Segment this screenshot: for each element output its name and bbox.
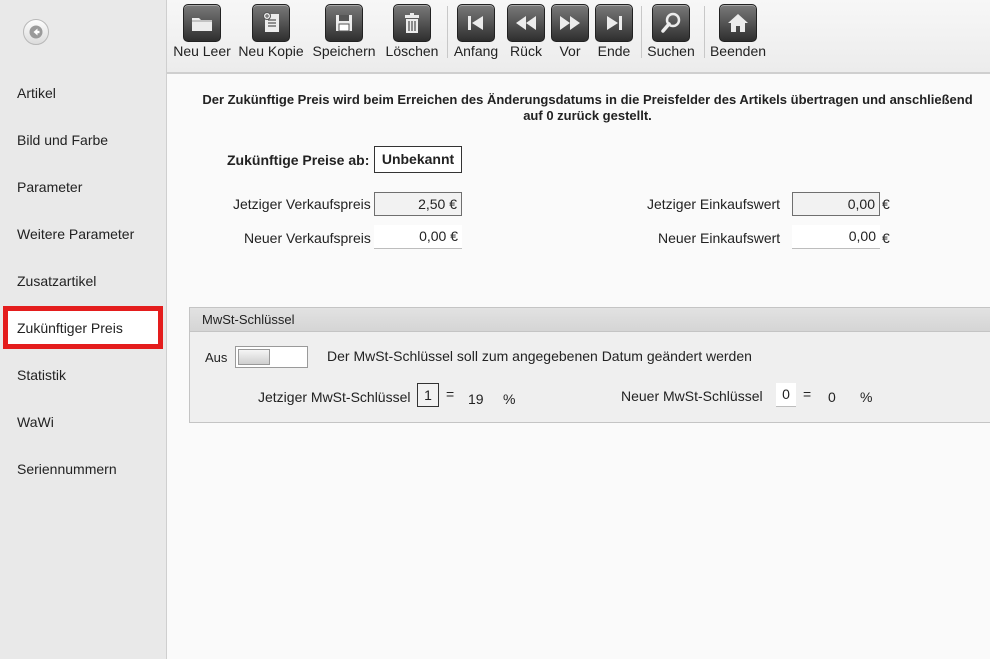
toolbar: Neu Leer Neu Kopie Speichern Löschen Anf… [167, 0, 990, 74]
home-icon [719, 4, 757, 42]
sidebar-item-artikel[interactable]: Artikel [0, 73, 167, 113]
current-mwst-rate: 19 [468, 391, 484, 407]
sidebar-item-label: Zusatzartikel [17, 273, 97, 289]
equals-sign: = [446, 386, 455, 402]
sidebar-item-zukuenftiger-preis[interactable]: Zukünftiger Preis [3, 306, 163, 349]
arrow-left-icon [29, 25, 43, 39]
mwst-description: Der MwSt-Schlüssel soll zum angegebenen … [327, 348, 752, 364]
save-label: Speichern [312, 43, 376, 59]
last-label: Ende [597, 43, 631, 59]
currency-symbol: € [882, 230, 890, 246]
new-mwst-label: Neuer MwSt-Schlüssel [621, 388, 763, 404]
sidebar-item-seriennummern[interactable]: Seriennummern [0, 449, 167, 489]
save-button[interactable]: Speichern [312, 0, 376, 70]
new-mwst-key-field[interactable]: 0 [776, 383, 796, 407]
first-label: Anfang [453, 43, 499, 59]
search-icon [652, 4, 690, 42]
new-empty-label: Neu Leer [173, 43, 231, 59]
toolbar-separator [447, 6, 448, 58]
equals-sign: = [803, 386, 812, 402]
forward-button[interactable]: Vor [550, 0, 590, 70]
last-button[interactable]: Ende [594, 0, 634, 70]
save-icon [325, 4, 363, 42]
current-purchase-field: 0,00 [792, 192, 880, 216]
search-button[interactable]: Suchen [646, 0, 696, 70]
sidebar-item-zusatzartikel[interactable]: Zusatzartikel [0, 261, 167, 301]
toolbar-separator [704, 6, 705, 58]
back-record-button[interactable]: Rück [506, 0, 546, 70]
forward-icon [551, 4, 589, 42]
toggle-knob [238, 349, 270, 365]
toolbar-separator [641, 6, 642, 58]
percent-sign: % [503, 391, 516, 407]
new-empty-button[interactable]: Neu Leer [173, 0, 231, 70]
percent-sign: % [860, 389, 873, 405]
future-date-button[interactable]: Unbekannt [374, 146, 462, 173]
forward-label: Vor [559, 43, 581, 59]
first-button[interactable]: Anfang [453, 0, 499, 70]
future-from-label: Zukünftige Preise ab: [227, 152, 370, 168]
first-icon [457, 4, 495, 42]
search-label: Suchen [647, 43, 695, 59]
sidebar-item-wawi[interactable]: WaWi [0, 402, 167, 442]
current-purchase-label: Jetziger Einkaufswert [647, 196, 781, 212]
current-mwst-key-field: 1 [417, 383, 439, 407]
back-button[interactable] [23, 19, 49, 45]
sidebar-item-label: Statistik [17, 367, 67, 383]
new-mwst-rate: 0 [828, 389, 836, 405]
mwst-group-title: MwSt-Schlüssel [190, 308, 990, 332]
delete-label: Löschen [385, 43, 439, 59]
new-sale-label: Neuer Verkaufspreis [244, 230, 371, 246]
sidebar-item-label: Artikel [17, 85, 56, 101]
copy-icon [252, 4, 290, 42]
back-record-label: Rück [510, 43, 542, 59]
new-sale-field[interactable]: 0,00 € [374, 225, 462, 249]
exit-label: Beenden [709, 43, 767, 59]
sidebar-item-label: WaWi [17, 414, 54, 430]
new-copy-label: Neu Kopie [238, 43, 304, 59]
rewind-icon [507, 4, 545, 42]
sidebar-item-label: Seriennummern [17, 461, 117, 477]
delete-button[interactable]: Löschen [385, 0, 439, 70]
sidebar-item-weitere-parameter[interactable]: Weitere Parameter [0, 214, 167, 254]
trash-icon [393, 4, 431, 42]
notice-line-1: Der Zukünftige Preis wird beim Erreichen… [202, 92, 973, 107]
current-sale-label: Jetziger Verkaufspreis [233, 196, 371, 212]
last-icon [595, 4, 633, 42]
sidebar-item-bild-und-farbe[interactable]: Bild und Farbe [0, 120, 167, 160]
mwst-group: MwSt-Schlüssel [189, 307, 990, 423]
currency-symbol: € [882, 196, 890, 212]
sidebar-item-label: Bild und Farbe [17, 132, 109, 148]
info-notice: Der Zukünftige Preis wird beim Erreichen… [185, 92, 990, 124]
sidebar: Artikel Bild und Farbe Parameter Weitere… [0, 0, 167, 659]
new-purchase-field[interactable]: 0,00 [792, 225, 880, 249]
mwst-change-toggle[interactable] [235, 346, 308, 368]
folder-icon [183, 4, 221, 42]
exit-button[interactable]: Beenden [710, 0, 766, 70]
sidebar-item-statistik[interactable]: Statistik [0, 355, 167, 395]
toggle-label: Aus [205, 350, 228, 365]
current-mwst-label: Jetziger MwSt-Schlüssel [258, 389, 411, 405]
current-sale-field: 2,50 € [374, 192, 462, 216]
sidebar-item-label: Zukünftiger Preis [17, 319, 123, 336]
new-copy-button[interactable]: Neu Kopie [238, 0, 304, 70]
notice-line-2: auf 0 zurück gestellt. [523, 108, 652, 123]
sidebar-item-parameter[interactable]: Parameter [0, 167, 167, 207]
new-purchase-label: Neuer Einkaufswert [658, 230, 781, 246]
sidebar-item-label: Parameter [17, 179, 83, 195]
sidebar-item-label: Weitere Parameter [17, 226, 135, 242]
